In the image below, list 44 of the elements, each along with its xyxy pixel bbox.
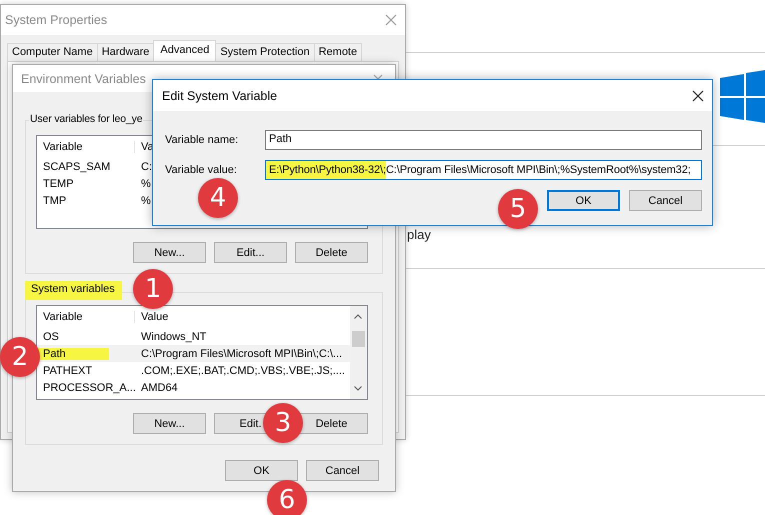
dialog-button[interactable]: Cancel [306,460,379,481]
scroll-down-icon[interactable] [354,386,362,391]
field-label: Variable value: [165,164,238,176]
field-label: Variable name: [165,134,240,146]
name-field[interactable]: Path [265,130,702,150]
scroll-up-icon[interactable] [354,314,362,319]
table-cell-text: PROCESSOR_A... [42,382,135,394]
setting-label: play [407,227,431,242]
tab[interactable]: Advanced [153,40,216,61]
table-cell-text: % [140,194,151,206]
table-cell-text: % [140,178,151,190]
value-field[interactable]: E:\Python\Python38-32\;C:\Program Files\Microsoft MPI\Bin\;%SystemRoot%\system32; [265,160,702,180]
dialog-button[interactable]: Delete [295,242,368,263]
close-icon[interactable] [692,90,704,102]
table-cell-text: TMP [42,194,68,206]
column-header[interactable]: Value [135,311,168,323]
table-cell-text: TEMP [42,178,75,190]
windows-logo-icon [720,70,765,123]
table-cell: Path [37,348,109,360]
scroll-thumb[interactable] [352,331,365,347]
window-title: Environment Variables [21,72,146,86]
table-cell-text: C: [140,160,152,172]
table-cell-text: .COM;.EXE;.BAT;.CMD;.VBS;.VBE;.JS;.... [140,364,345,376]
window-title: Edit System Variable [162,88,278,102]
tab[interactable]: Computer Name [7,43,98,61]
column-header[interactable]: Variable [37,141,135,153]
table-cell-text: C:\Program Files\Microsoft MPI\Bin\;C:\... [140,348,342,360]
scrollbar[interactable] [350,306,367,399]
table-cell-text: Windows_NT [140,330,206,342]
group-label: User variables for leo_ye [29,112,144,126]
table-cell-text: AMD64 [140,382,178,394]
group-label: System variables [25,281,122,300]
dialog-button[interactable]: OK [547,190,620,211]
dialog-button[interactable]: New... [133,242,206,263]
column-header[interactable]: Variable [37,311,135,323]
dialog-button[interactable]: Edit... [214,242,287,263]
tab[interactable]: Remote [314,43,362,61]
window-title: System Properties [5,13,108,27]
dialog-button[interactable]: Cancel [629,190,702,211]
table-cell-text: PATHEXT [42,364,94,376]
table-cell-text: SCAPS_SAM [42,160,112,172]
table-cell-text: OS [42,330,60,342]
dialog-button[interactable]: New... [133,413,206,434]
dialog-button[interactable]: OK [225,460,298,481]
